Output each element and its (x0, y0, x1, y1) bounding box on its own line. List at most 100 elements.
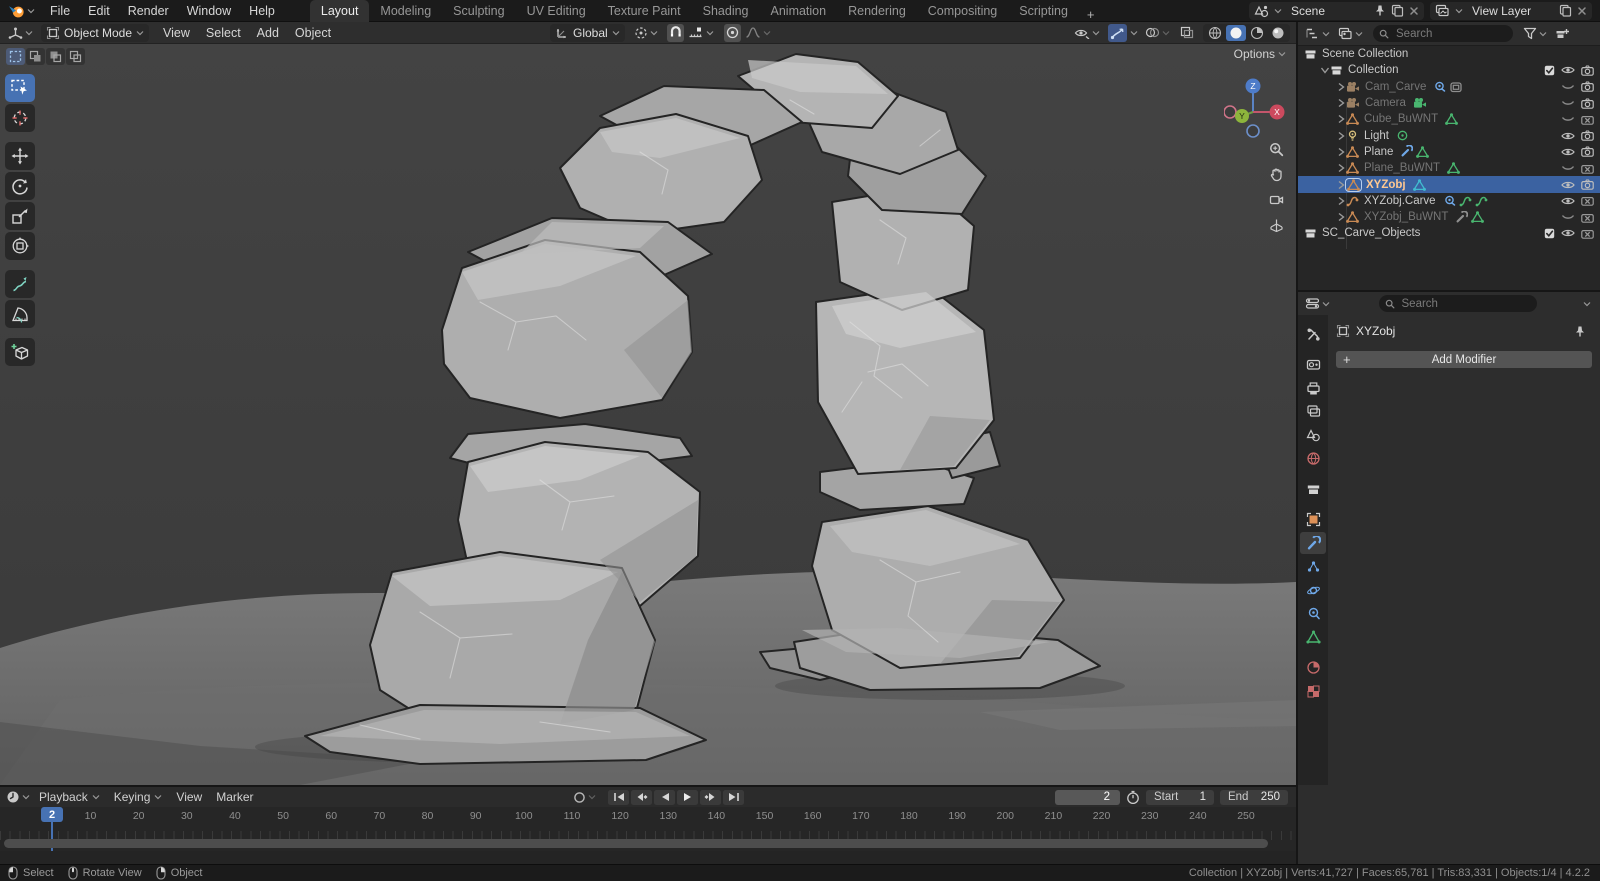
properties-tab-modifiers[interactable] (1300, 532, 1326, 554)
new-view-layer-icon[interactable] (1559, 4, 1572, 17)
timeline-ruler[interactable]: 2 10 20 30 40 50 60 70 80 90 100 110 120 130 140 150 16… (0, 807, 1296, 851)
workspace-tab-scripting[interactable]: Scripting (1008, 0, 1079, 22)
properties-tab-world[interactable] (1300, 448, 1326, 470)
proportional-editing-toggle[interactable] (723, 23, 741, 42)
properties-options-button[interactable] (1583, 301, 1591, 307)
check-toggle[interactable] (1544, 228, 1555, 239)
gizmos-dropdown[interactable] (1108, 23, 1127, 42)
eye-open-toggle[interactable] (1561, 147, 1575, 157)
workspace-tab-shading[interactable]: Shading (692, 0, 760, 22)
camera-toggle[interactable] (1581, 130, 1594, 141)
properties-tab-object[interactable] (1300, 509, 1326, 531)
add-workspace-button[interactable]: + (1079, 7, 1103, 22)
menu-file[interactable]: File (41, 0, 79, 22)
tool-scale-button[interactable] (5, 202, 35, 230)
eye-closed-toggle[interactable] (1561, 98, 1575, 108)
snap-settings-dropdown[interactable] (686, 24, 716, 42)
select-set-button[interactable] (6, 48, 25, 65)
eye-closed-toggle[interactable] (1561, 163, 1575, 173)
camera-x-toggle[interactable] (1581, 195, 1594, 207)
properties-tab-render[interactable] (1300, 354, 1326, 376)
expand-arrow-icon[interactable] (1336, 114, 1346, 124)
tool-add-cube-button[interactable] (5, 338, 35, 366)
outliner-display-mode-button[interactable] (1336, 25, 1365, 43)
frame-start-field[interactable]: Start 1 (1145, 789, 1214, 805)
mode-dropdown[interactable]: Object Mode (41, 23, 150, 42)
timeline-menu-view[interactable]: View (169, 790, 209, 804)
properties-tab-particles[interactable] (1300, 556, 1326, 578)
eye-closed-toggle[interactable] (1561, 212, 1575, 222)
workspace-tab-animation[interactable]: Animation (760, 0, 838, 22)
overlays-dropdown[interactable] (1143, 24, 1172, 42)
properties-tab-material[interactable] (1300, 657, 1326, 679)
camera-x-toggle[interactable] (1581, 228, 1594, 239)
unlink-scene-icon[interactable] (1409, 6, 1419, 16)
menu-render[interactable]: Render (119, 0, 178, 22)
properties-tab-view-layer[interactable] (1300, 401, 1326, 423)
expand-arrow-icon[interactable] (1336, 98, 1346, 108)
play-button[interactable] (677, 789, 699, 805)
pin-icon[interactable] (1374, 4, 1386, 17)
new-collection-button[interactable] (1553, 25, 1572, 43)
expand-arrow-icon[interactable] (1336, 147, 1346, 157)
blender-menu-button[interactable] (0, 4, 41, 18)
camera-toggle[interactable] (1581, 97, 1594, 109)
select-extend-button[interactable] (26, 48, 45, 65)
properties-tab-scene[interactable] (1300, 424, 1326, 446)
viewport-menu-object[interactable]: Object (287, 22, 339, 44)
tool-move-button[interactable] (5, 142, 35, 170)
camera-x-toggle[interactable] (1581, 163, 1594, 174)
properties-tab-data[interactable] (1300, 626, 1326, 648)
eye-open-toggle[interactable] (1561, 180, 1575, 190)
outliner-row-collection[interactable]: Collection (1298, 62, 1600, 78)
camera-x-toggle[interactable] (1581, 114, 1594, 125)
eye-open-toggle[interactable] (1561, 65, 1575, 75)
outliner-row-cam-carve[interactable]: Cam_Carve (1298, 79, 1600, 95)
expand-arrow-icon[interactable] (1336, 163, 1346, 173)
pan-hand-icon[interactable] (1267, 165, 1285, 183)
jump-to-end-button[interactable] (723, 789, 745, 805)
outliner-editor-type-button[interactable] (1303, 25, 1332, 43)
transform-orientation-dropdown[interactable]: Global (550, 23, 625, 42)
outliner-search-input[interactable] (1394, 26, 1507, 41)
viewport-menu-add[interactable]: Add (249, 22, 287, 44)
outliner-filter-button[interactable] (1521, 25, 1549, 43)
camera-x-toggle[interactable] (1581, 212, 1594, 223)
expand-arrow-icon[interactable] (1336, 180, 1346, 190)
current-frame-badge[interactable]: 2 (41, 807, 63, 822)
timeline-menu-keying[interactable]: Keying (107, 790, 170, 804)
camera-toggle[interactable] (1581, 146, 1594, 158)
expand-arrow-icon[interactable] (1336, 131, 1346, 141)
outliner-row-plane-buwnt[interactable]: Plane_BuWNT (1298, 160, 1600, 176)
editor-type-button[interactable] (6, 24, 35, 42)
expand-arrow-icon[interactable] (1336, 196, 1346, 206)
eye-open-toggle[interactable] (1561, 196, 1575, 206)
camera-toggle[interactable] (1581, 81, 1594, 93)
properties-editor-type-button[interactable] (1303, 295, 1332, 313)
outliner-row-light[interactable]: Light (1298, 127, 1600, 143)
current-frame-field[interactable]: 2 (1054, 789, 1120, 805)
eye-closed-toggle[interactable] (1561, 114, 1575, 124)
shading-solid-button[interactable] (1226, 24, 1246, 41)
timeline-menu-playback[interactable]: Playback (32, 790, 107, 804)
outliner-row-scene-collection[interactable]: Scene Collection (1298, 46, 1600, 62)
frame-end-field[interactable]: End 250 (1219, 789, 1288, 805)
object-visibility-dropdown[interactable] (1072, 24, 1102, 42)
timeline-menu-marker[interactable]: Marker (209, 790, 260, 804)
eye-open-toggle[interactable] (1561, 228, 1575, 238)
prev-keyframe-button[interactable] (631, 789, 653, 805)
properties-search-input[interactable] (1399, 296, 1531, 311)
tool-rotate-button[interactable] (5, 172, 35, 200)
timeline-editor-type-button[interactable] (4, 788, 32, 806)
tool-cursor-button[interactable] (5, 104, 35, 132)
add-modifier-button[interactable]: + Add Modifier (1336, 351, 1592, 368)
collapse-arrow-icon[interactable] (1320, 65, 1330, 75)
next-keyframe-button[interactable] (700, 789, 722, 805)
properties-tab-physics[interactable] (1300, 579, 1326, 601)
eye-closed-toggle[interactable] (1561, 82, 1575, 92)
proportional-falloff-dropdown[interactable] (743, 24, 773, 42)
outliner-row-xyzobj[interactable]: XYZobj (1298, 176, 1600, 193)
remove-view-layer-icon[interactable] (1577, 6, 1587, 16)
viewport-menu-select[interactable]: Select (198, 22, 249, 44)
pin-icon[interactable] (1574, 325, 1586, 338)
